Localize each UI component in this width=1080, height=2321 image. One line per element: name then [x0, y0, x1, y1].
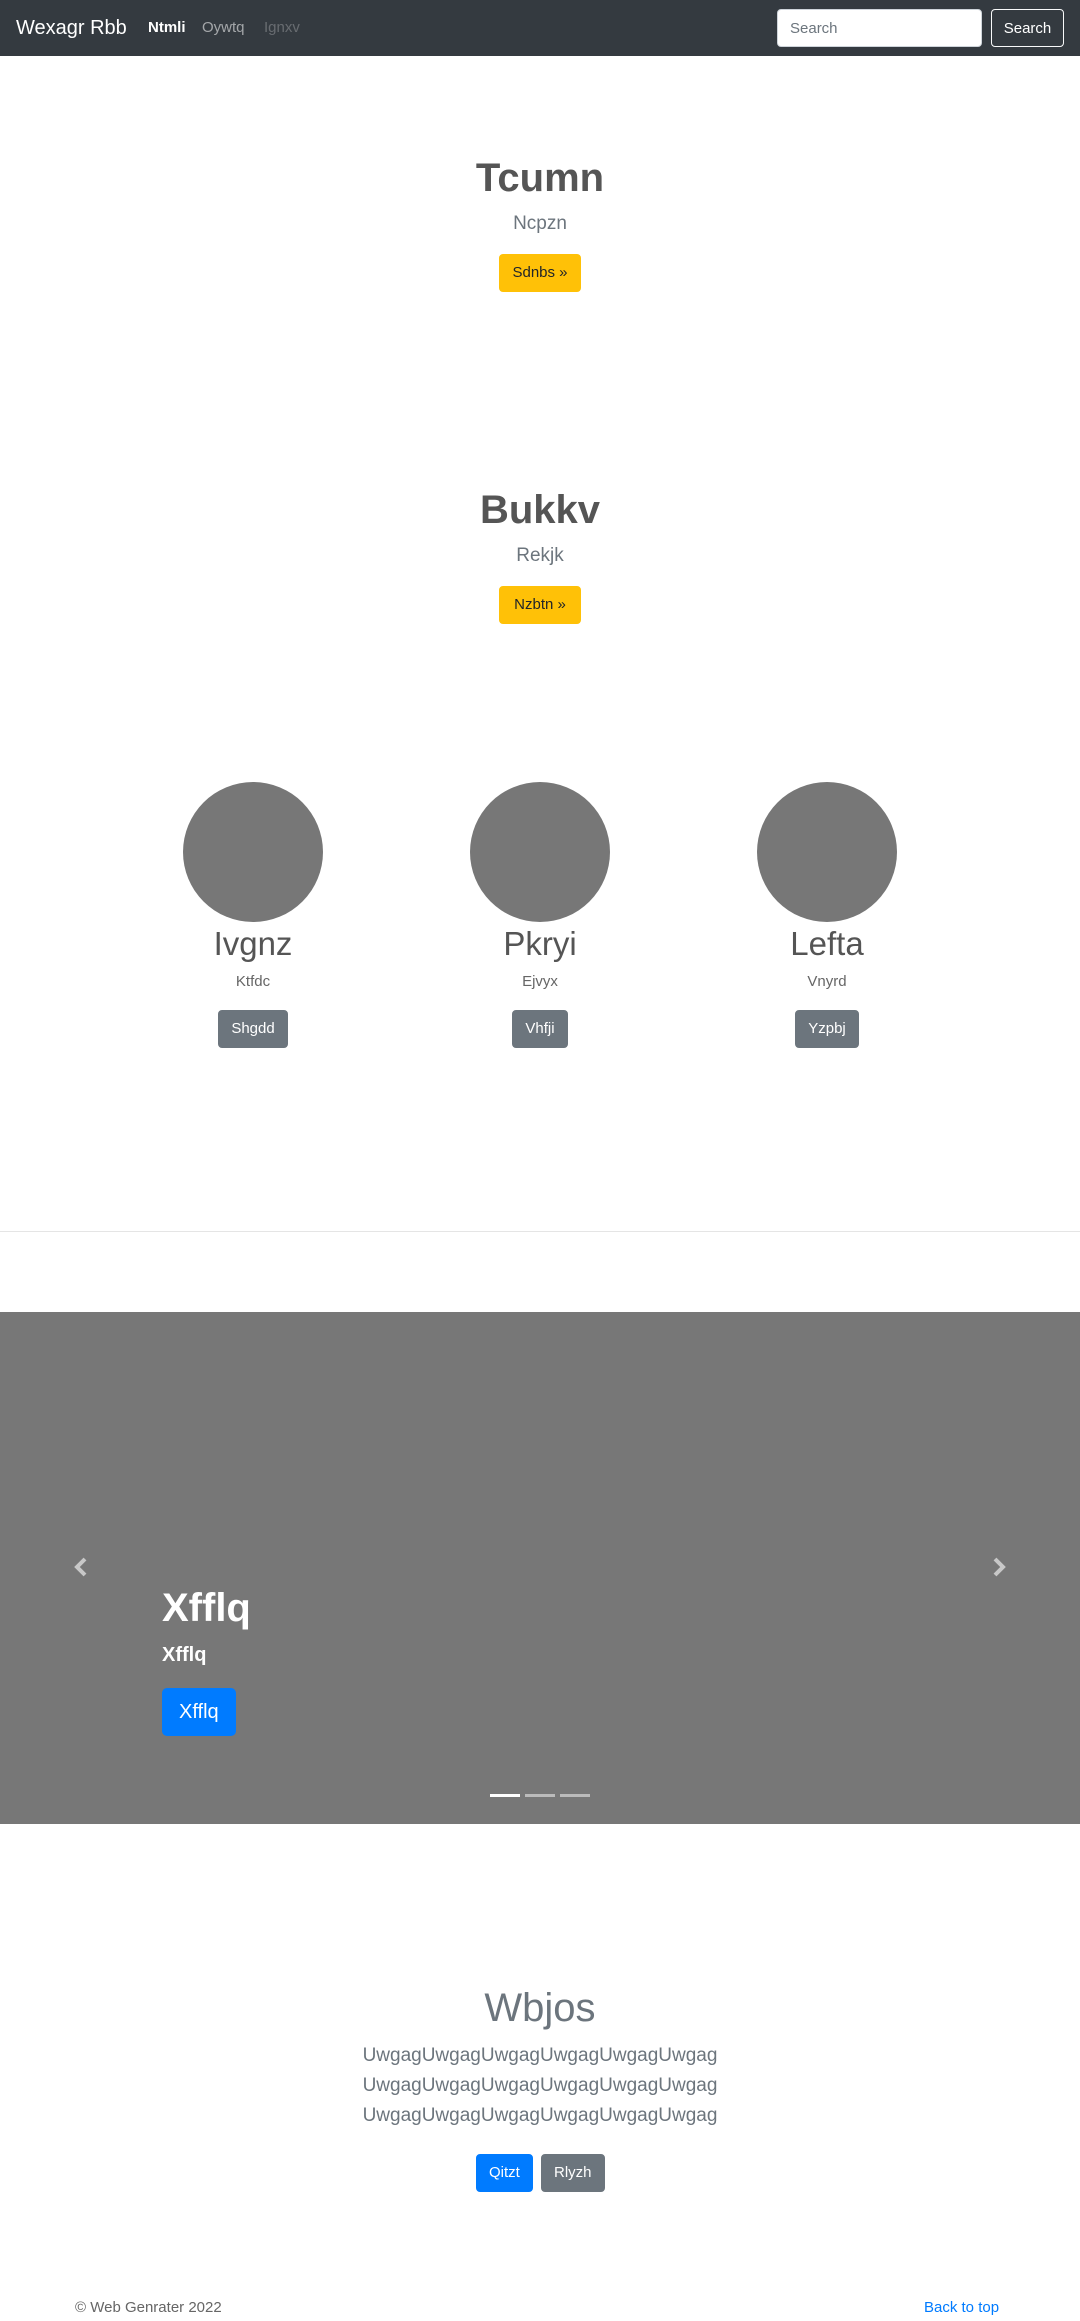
footer-copyright: © Web Genrater 2022	[75, 2299, 222, 2316]
section-text-line: UwgagUwgagUwgagUwgagUwgagUwgag	[362, 2045, 718, 2066]
search-input[interactable]	[777, 9, 982, 47]
carousel: Xfflq Xfflq Xfflq	[0, 1312, 1080, 1824]
section-secondary-button[interactable]: Rlyzh	[541, 2154, 605, 2192]
hero-title-2: Bukkv	[479, 488, 601, 532]
hero-title-1: Tcumn	[475, 156, 605, 200]
column-button[interactable]: Shgdd	[218, 1010, 288, 1048]
nav-link-ignxv: Ignxv	[264, 19, 300, 36]
feature-column: Lefta Vnyrd Yzpbj	[647, 782, 1007, 1048]
chevron-left-icon[interactable]	[66, 1552, 96, 1582]
section-title: Wbjos	[484, 1986, 596, 2030]
chevron-right-icon[interactable]	[984, 1552, 1014, 1582]
brand-link[interactable]: Wexagr Rbb	[16, 15, 127, 41]
hero-button-2[interactable]: Nzbtn »	[499, 586, 581, 624]
carousel-caption-title: Xfflq	[162, 1586, 251, 1630]
carousel-indicator-1[interactable]	[490, 1794, 520, 1797]
carousel-indicator-3[interactable]	[560, 1794, 590, 1797]
section-text-line: UwgagUwgagUwgagUwgagUwgagUwgag	[362, 2105, 718, 2126]
column-text: Vnyrd	[807, 973, 847, 990]
hero-button-1[interactable]: Sdnbs »	[499, 254, 581, 292]
carousel-indicator-2[interactable]	[525, 1794, 555, 1797]
section-primary-button[interactable]: Qitzt	[476, 2154, 533, 2192]
hero-subtitle-1: Ncpzn	[513, 213, 567, 234]
section-text-line: UwgagUwgagUwgagUwgagUwgagUwgag	[362, 2075, 718, 2096]
carousel-caption-text: Xfflq	[162, 1644, 207, 1666]
nav-link-oywtq[interactable]: Oywtq	[202, 18, 245, 38]
nav-link-ntmli[interactable]: Ntmli	[148, 18, 186, 38]
carousel-caption-button[interactable]: Xfflq	[162, 1688, 236, 1736]
placeholder-circle	[470, 782, 610, 922]
back-to-top-link[interactable]: Back to top	[924, 2298, 999, 2318]
section-divider	[0, 1231, 1080, 1232]
column-button[interactable]: Yzpbj	[795, 1010, 859, 1048]
column-title: Lefta	[790, 925, 864, 962]
carousel-indicators	[488, 1794, 592, 1798]
placeholder-circle	[183, 782, 323, 922]
column-button[interactable]: Vhfji	[512, 1010, 568, 1048]
placeholder-circle	[757, 782, 897, 922]
hero-subtitle-2: Rekjk	[516, 545, 564, 566]
search-button[interactable]: Search	[991, 9, 1064, 47]
navbar: Wexagr Rbb Ntmli Oywtq Ignxv Search	[0, 0, 1080, 56]
